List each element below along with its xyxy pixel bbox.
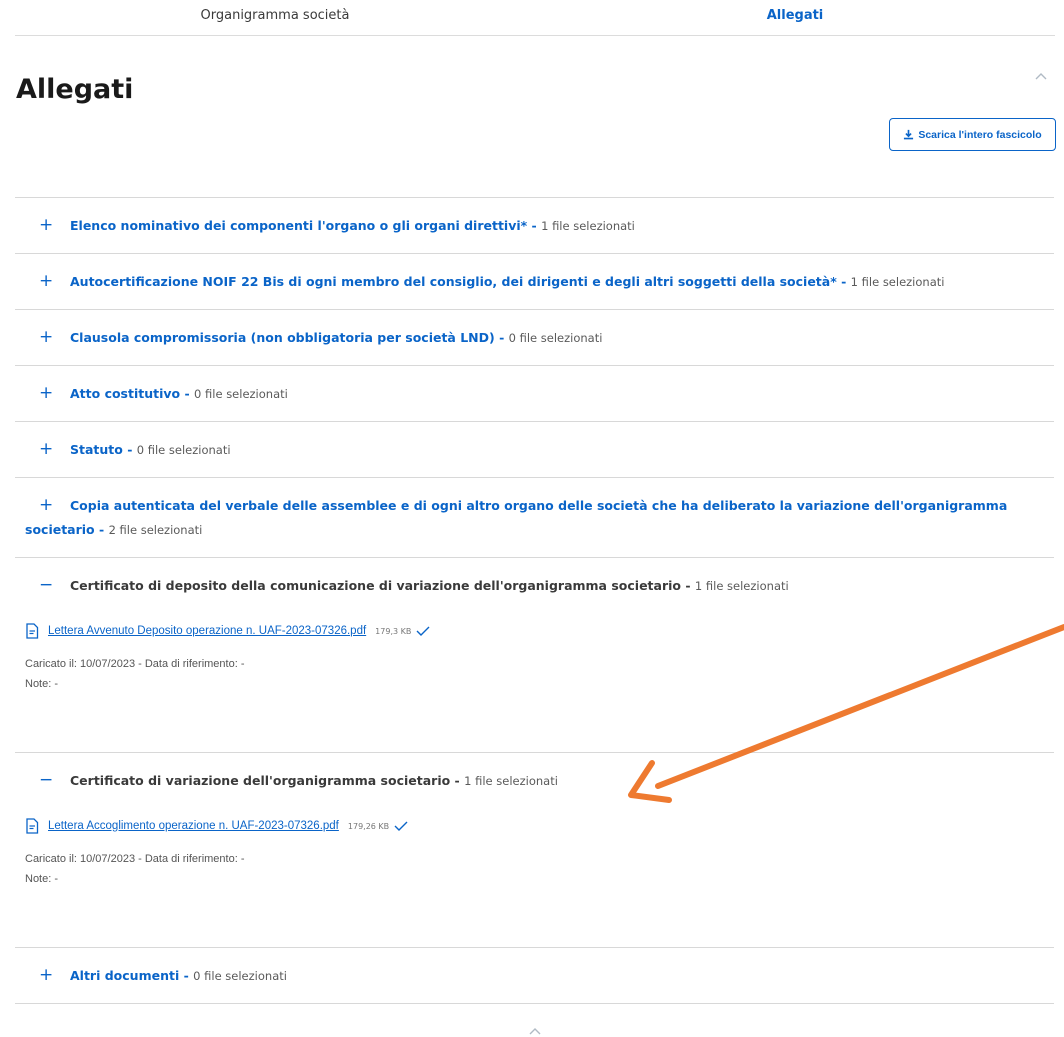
file-count: 1 file selezionati xyxy=(694,579,789,593)
check-icon xyxy=(394,821,408,831)
accordion-header[interactable]: − Certificato di variazione dell'organigr… xyxy=(15,753,1054,808)
chevron-up-icon[interactable] xyxy=(1033,70,1049,82)
plus-icon[interactable]: + xyxy=(25,213,70,237)
accordion-item: + Clausola compromissoria (non obbligator… xyxy=(15,309,1054,365)
separator: - xyxy=(527,218,542,233)
download-all-button[interactable]: Scarica l'intero fascicolo xyxy=(889,118,1056,151)
file-count: 0 file selezionati xyxy=(193,969,287,983)
separator: - xyxy=(836,274,851,289)
accordion-item: + Altri documenti - 0 file selezionati xyxy=(15,947,1054,1004)
accordion-header[interactable]: − Certificato di deposito della comunicaz… xyxy=(15,558,1054,613)
file-count: 0 file selezionati xyxy=(136,443,231,457)
plus-icon[interactable]: + xyxy=(25,269,70,293)
file-icon xyxy=(26,818,39,834)
accordion-header[interactable]: + Autocertificazione NOIF 22 Bis di ogni … xyxy=(15,254,1054,309)
accordion-header[interactable]: + Altri documenti - 0 file selezionati xyxy=(15,948,1054,1003)
page-title: Allegati xyxy=(16,74,134,105)
upload-info: Caricato il: 10/07/2023 - Data di riferi… xyxy=(25,853,245,865)
accordion-header[interactable]: + Elenco nominativo dei componenti l'orga… xyxy=(15,198,1054,253)
section-title[interactable]: Atto costitutivo xyxy=(70,386,180,401)
file-notes: Note: - xyxy=(25,873,59,885)
separator: - xyxy=(494,330,509,345)
download-icon xyxy=(904,129,914,140)
section-title[interactable]: Statuto xyxy=(70,442,123,457)
plus-icon[interactable]: + xyxy=(25,437,70,461)
file-download-link[interactable]: Lettera Avvenuto Deposito operazione n. … xyxy=(48,625,366,637)
accordion-body: Lettera Avvenuto Deposito operazione n. … xyxy=(15,613,1054,752)
file-icon xyxy=(26,623,39,639)
section-title[interactable]: Certificato di variazione dell'organigra… xyxy=(70,773,450,788)
file-download-link[interactable]: Lettera Accoglimento operazione n. UAF-2… xyxy=(48,820,339,832)
plus-icon[interactable]: + xyxy=(25,325,70,349)
chevron-up-icon[interactable] xyxy=(527,1026,543,1036)
file-count: 1 file selezionati xyxy=(541,219,635,233)
file-size: 179,26 KB xyxy=(347,821,390,831)
section-title[interactable]: Autocertificazione NOIF 22 Bis di ogni m… xyxy=(70,274,837,289)
accordion-header[interactable]: + Clausola compromissoria (non obbligator… xyxy=(15,310,1054,365)
separator: - xyxy=(122,442,137,457)
minus-icon[interactable]: − xyxy=(25,573,70,597)
file-count: 0 file selezionati xyxy=(194,387,288,401)
accordion-item: + Autocertificazione NOIF 22 Bis di ogni … xyxy=(15,253,1054,309)
file-count: 2 file selezionati xyxy=(108,523,203,537)
separator: - xyxy=(180,386,195,401)
separator: - xyxy=(179,968,194,983)
plus-icon[interactable]: + xyxy=(25,381,70,405)
accordion-header[interactable]: + Copia autenticata del verbale delle ass… xyxy=(15,478,1054,557)
accordion-header[interactable]: + Atto costitutivo - 0 file selezionati xyxy=(15,366,1054,421)
accordion-body: Lettera Accoglimento operazione n. UAF-2… xyxy=(15,808,1054,947)
accordion-item: + Atto costitutivo - 0 file selezionati xyxy=(15,365,1054,421)
check-icon xyxy=(416,626,430,636)
tab-organigramma[interactable]: Organigramma società xyxy=(15,0,535,35)
file-count: 0 file selezionati xyxy=(508,331,603,345)
plus-icon[interactable]: + xyxy=(25,963,70,987)
tab-bar: Organigramma società Allegati xyxy=(15,0,1055,36)
section-title[interactable]: Certificato di deposito della comunicazi… xyxy=(70,578,681,593)
file-notes: Note: - xyxy=(25,678,59,690)
accordion-item: + Copia autenticata del verbale delle ass… xyxy=(15,477,1054,557)
file-count: 1 file selezionati xyxy=(464,774,558,788)
file-row: Lettera Avvenuto Deposito operazione n. … xyxy=(25,619,1054,643)
plus-icon[interactable]: + xyxy=(25,493,70,517)
accordion-item: − Certificato di deposito della comunicaz… xyxy=(15,557,1054,752)
separator: - xyxy=(450,773,465,788)
separator: - xyxy=(681,578,695,593)
accordion-item: + Statuto - 0 file selezionati xyxy=(15,421,1054,477)
upload-info: Caricato il: 10/07/2023 - Data di riferi… xyxy=(25,658,245,670)
file-row: Lettera Accoglimento operazione n. UAF-2… xyxy=(25,814,1054,838)
section-title[interactable]: Altri documenti xyxy=(70,968,179,983)
attachments-accordion: + Elenco nominativo dei componenti l'orga… xyxy=(15,197,1054,1004)
section-title[interactable]: Clausola compromissoria (non obbligatori… xyxy=(70,330,495,345)
download-all-label: Scarica l'intero fascicolo xyxy=(918,128,1042,141)
accordion-item: − Certificato di variazione dell'organigr… xyxy=(15,752,1054,947)
accordion-header[interactable]: + Statuto - 0 file selezionati xyxy=(15,422,1054,477)
tab-allegati[interactable]: Allegati xyxy=(535,0,1055,35)
page: Organigramma società Allegati Allegati S… xyxy=(0,0,1064,1037)
section-title[interactable]: Elenco nominativo dei componenti l'organ… xyxy=(70,218,527,233)
minus-icon[interactable]: − xyxy=(25,768,70,792)
file-count: 1 file selezionati xyxy=(850,275,945,289)
accordion-item: + Elenco nominativo dei componenti l'orga… xyxy=(15,197,1054,253)
file-size: 179,3 KB xyxy=(375,626,412,636)
separator: - xyxy=(94,522,109,537)
